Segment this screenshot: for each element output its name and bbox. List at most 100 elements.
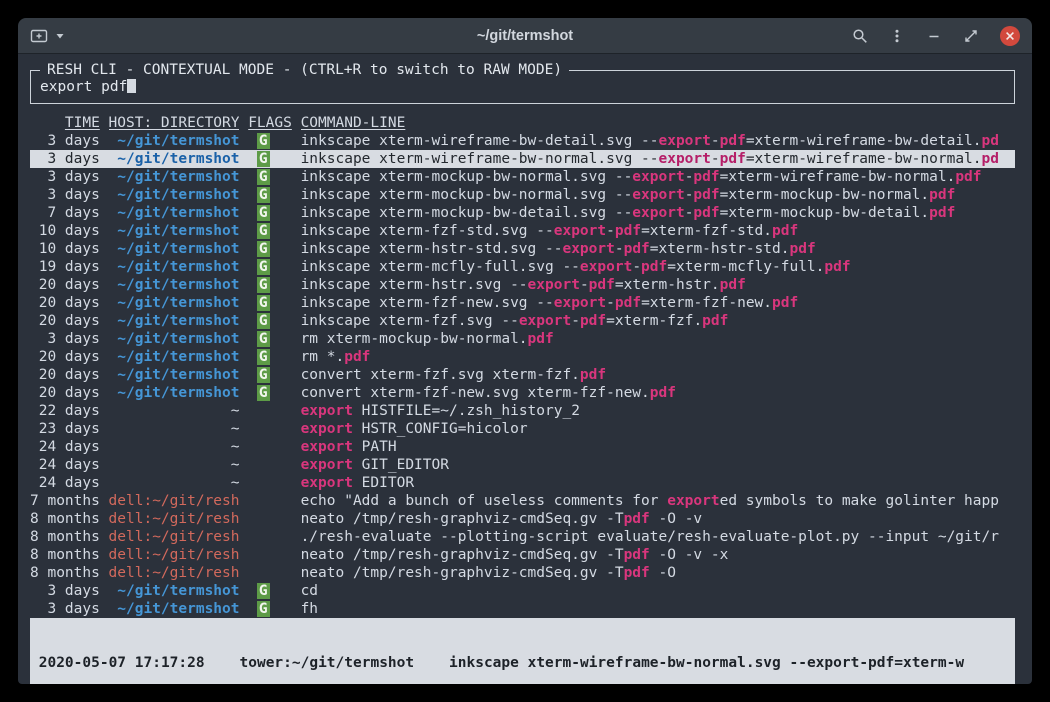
command-text: GIT_EDITOR	[353, 457, 449, 473]
new-tab-button[interactable]	[30, 28, 48, 44]
history-row[interactable]: 19 days~/git/termshotGinkscape xterm-mcf…	[30, 258, 1015, 276]
row-time: 10 days	[30, 222, 100, 240]
search-input[interactable]: export pdf	[40, 78, 1005, 96]
history-row[interactable]: 20 days~/git/termshotGinkscape xterm-hst…	[30, 276, 1015, 294]
history-row[interactable]: 20 days~/git/termshotGinkscape xterm-fzf…	[30, 294, 1015, 312]
match-text: pdf	[720, 277, 746, 293]
command-text: neato /tmp/resh-graphviz-cmdSeq.gv -T	[301, 547, 624, 563]
history-row[interactable]: 8 monthsdell:~/git/reshneato /tmp/resh-g…	[30, 510, 1015, 528]
history-row-selected[interactable]: 3 days~/git/termshotGinkscape xterm-wire…	[30, 150, 1015, 168]
command-text: inkscape xterm-wireframe-bw-detail.svg -…	[301, 133, 659, 149]
history-row[interactable]: 10 days~/git/termshotGinkscape xterm-fzf…	[30, 222, 1015, 240]
match-text: export	[301, 403, 353, 419]
titlebar[interactable]: ~/git/termshot	[18, 18, 1032, 54]
history-row[interactable]: 8 monthsdell:~/git/reshneato /tmp/resh-g…	[30, 564, 1015, 582]
command-text: neato /tmp/resh-graphviz-cmdSeq.gv -T	[301, 511, 624, 527]
command-text: inkscape xterm-hstr.svg --	[301, 277, 528, 293]
row-flags: G	[248, 384, 292, 402]
status-bar: 2020-05-07 17:17:28 tower:~/git/termshot…	[30, 618, 1015, 684]
history-row[interactable]: 8 monthsdell:~/git/resh./resh-evaluate -…	[30, 528, 1015, 546]
match-text: pdf	[641, 259, 667, 275]
menu-button[interactable]	[889, 28, 905, 44]
history-row[interactable]: 20 days~/git/termshotGrm *.pdf	[30, 348, 1015, 366]
history-row[interactable]: 3 days~/git/termshotGinkscape xterm-wire…	[30, 132, 1015, 150]
minimize-button[interactable]	[926, 28, 942, 44]
row-flags: G	[248, 168, 292, 186]
match-text: pdf	[929, 187, 955, 203]
row-time: 8 months	[30, 546, 100, 564]
new-tab-icon	[30, 28, 48, 44]
git-flag: G	[257, 367, 270, 383]
history-row[interactable]: 7 monthsdell:~/git/reshecho "Add a bunch…	[30, 492, 1015, 510]
history-row[interactable]: 23 days~export HSTR_CONFIG=hicolor	[30, 420, 1015, 438]
search-button[interactable]	[852, 28, 868, 44]
history-row[interactable]: 20 days~/git/termshotGconvert xterm-fzf.…	[30, 366, 1015, 384]
row-flags: G	[248, 294, 292, 312]
command-text: -	[615, 241, 624, 257]
git-flag: G	[257, 331, 270, 347]
match-text: pd	[982, 151, 999, 167]
row-command: echo "Add a bunch of useless comments fo…	[301, 492, 1015, 510]
match-text: pdf	[624, 547, 650, 563]
git-flag: G	[257, 151, 270, 167]
match-text: pdf	[693, 187, 719, 203]
history-row[interactable]: 8 monthsdell:~/git/reshneato /tmp/resh-g…	[30, 546, 1015, 564]
tab-dropdown-button[interactable]	[55, 31, 65, 41]
history-row[interactable]: 24 days~export EDITOR	[30, 474, 1015, 492]
row-command: ./resh-evaluate --plotting-script evalua…	[301, 528, 1015, 546]
command-text: HSTR_CONFIG=hicolor	[353, 421, 528, 437]
history-row[interactable]: 24 days~export PATH	[30, 438, 1015, 456]
history-row[interactable]: 3 days~/git/termshotGcd	[30, 582, 1015, 600]
match-text: pdf	[693, 169, 719, 185]
row-host-directory: ~/git/termshot	[109, 186, 240, 204]
history-list: 3 days ~/git/termshot Ginkscape xterm-wire…	[30, 132, 1015, 618]
match-text: export	[528, 277, 580, 293]
match-text: export	[301, 475, 353, 491]
row-command: rm *.pdf	[301, 348, 1015, 366]
command-text: fh	[301, 601, 318, 617]
command-text: convert xterm-fzf-new.svg xterm-fzf-new.	[301, 385, 650, 401]
row-host-directory: ~	[109, 438, 240, 456]
git-flag: G	[257, 349, 270, 365]
row-time: 3 days	[30, 600, 100, 618]
row-host-directory: dell:~/git/resh	[109, 564, 240, 582]
search-box[interactable]: RESH CLI - CONTEXTUAL MODE - (CTRL+R to …	[30, 70, 1015, 104]
row-host-directory: ~	[109, 402, 240, 420]
row-command: fh	[301, 600, 1015, 618]
history-row[interactable]: 20 days~/git/termshotGinkscape xterm-fzf…	[30, 312, 1015, 330]
history-row[interactable]: 22 days~export HISTFILE=~/.zsh_history_2	[30, 402, 1015, 420]
row-command: inkscape xterm-hstr.svg --export-pdf=xte…	[301, 276, 1015, 294]
row-flags: G	[248, 132, 292, 150]
match-text: pdf	[580, 313, 606, 329]
command-text: HISTFILE=~/.zsh_history_2	[353, 403, 580, 419]
history-row[interactable]: 3 days~/git/termshotGinkscape xterm-mock…	[30, 186, 1015, 204]
command-text: =xterm-wireframe-bw-detail.	[746, 133, 982, 149]
history-row[interactable]: 7 days~/git/termshotGinkscape xterm-mock…	[30, 204, 1015, 222]
match-text: pdf	[824, 259, 850, 275]
header-command: COMMAND-LINE	[301, 114, 1015, 132]
history-row[interactable]: 3 days~/git/termshotGrm xterm-mockup-bw-…	[30, 330, 1015, 348]
row-command: neato /tmp/resh-graphviz-cmdSeq.gv -Tpdf…	[301, 546, 1015, 564]
history-row[interactable]: 10 days~/git/termshotGinkscape xterm-hst…	[30, 240, 1015, 258]
row-flags	[248, 456, 292, 474]
row-flags	[248, 438, 292, 456]
restore-button[interactable]	[963, 28, 979, 44]
close-button[interactable]	[1000, 26, 1020, 46]
row-host-directory: ~/git/termshot	[109, 600, 240, 618]
history-row[interactable]: 3 days~/git/termshotGfh	[30, 600, 1015, 618]
command-text: inkscape xterm-fzf-new.svg --	[301, 295, 554, 311]
row-time: 20 days	[30, 366, 100, 384]
command-text: -O -v -x	[650, 547, 729, 563]
row-time: 20 days	[30, 276, 100, 294]
history-row[interactable]: 3 days~/git/termshotGinkscape xterm-mock…	[30, 168, 1015, 186]
command-text: -	[711, 151, 720, 167]
row-command: inkscape xterm-mcfly-full.svg --export-p…	[301, 258, 1015, 276]
row-flags: G	[248, 312, 292, 330]
row-command: inkscape xterm-hstr-std.svg --export-pdf…	[301, 240, 1015, 258]
terminal-content: RESH CLI - CONTEXTUAL MODE - (CTRL+R to …	[18, 54, 1032, 684]
match-text: export	[632, 169, 684, 185]
history-row[interactable]: 20 days~/git/termshotGconvert xterm-fzf-…	[30, 384, 1015, 402]
match-text: export	[667, 493, 719, 509]
history-row[interactable]: 24 days~export GIT_EDITOR	[30, 456, 1015, 474]
row-flags	[248, 528, 292, 546]
